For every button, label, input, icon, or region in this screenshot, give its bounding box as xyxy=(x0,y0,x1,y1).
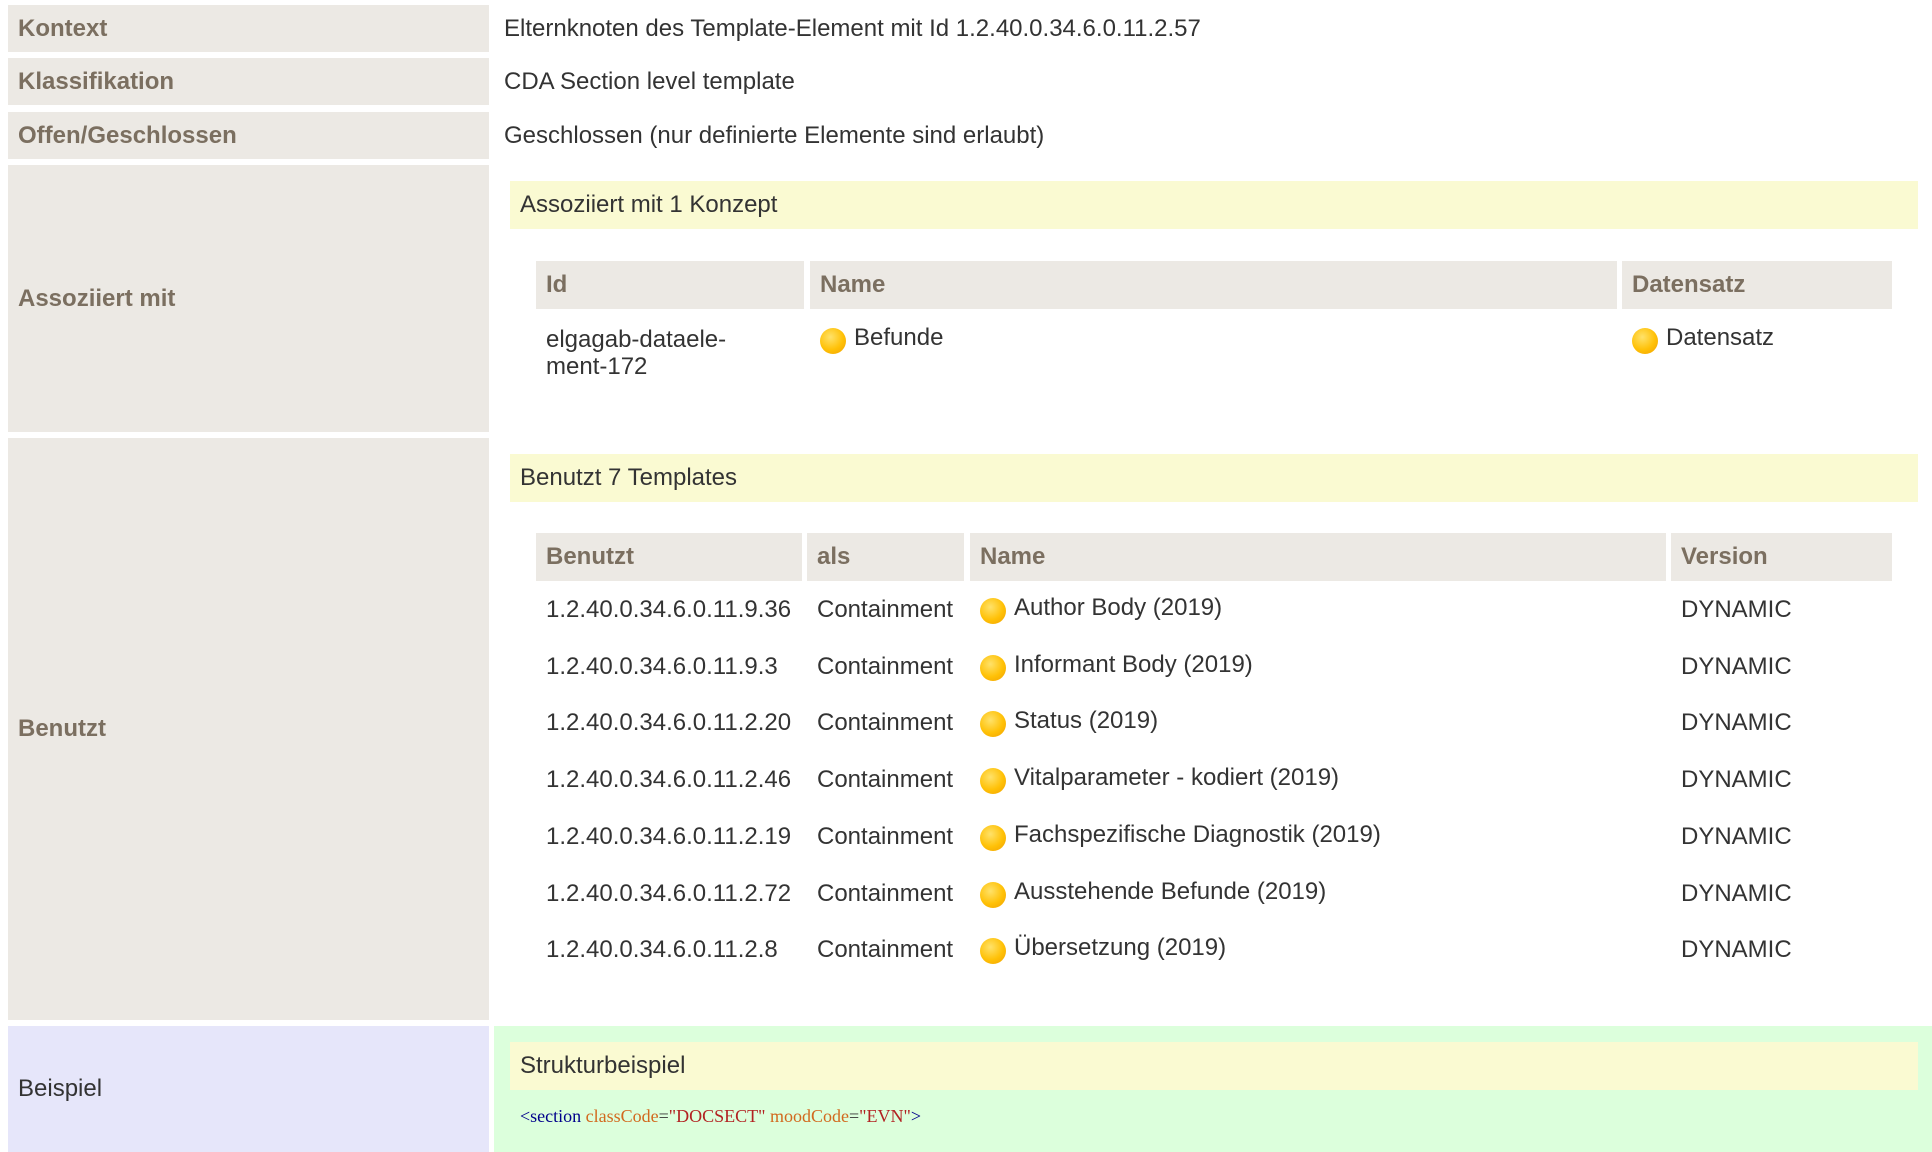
template-name: Fachspezifische Diagnostik (2019) xyxy=(1014,821,1381,848)
code-attr-classcode: classCode xyxy=(585,1106,659,1126)
example-code: <section classCode="DOCSECT" moodCode="E… xyxy=(520,1106,921,1127)
template-name-link[interactable]: Author Body (2019) xyxy=(980,594,1223,624)
concept-id: elgagab-dataele- ment-172 xyxy=(546,326,726,380)
code-eq: = xyxy=(849,1106,860,1126)
template-name-link[interactable]: Informant Body (2019) xyxy=(980,651,1253,681)
template-id: 1.2.40.0.34.6.0.11.2.72 xyxy=(546,880,792,907)
template-als: Containment xyxy=(817,880,954,907)
label-kontext: Kontext xyxy=(8,5,489,52)
template-als: Containment xyxy=(817,936,954,963)
template-als: Containment xyxy=(817,653,954,680)
code-val-moodcode: "EVN" xyxy=(859,1106,911,1126)
concept-name: Befunde xyxy=(854,324,944,351)
template-name-link[interactable]: Status (2019) xyxy=(980,707,1159,737)
template-version: DYNAMIC xyxy=(1681,880,1792,907)
code-close-bracket: > xyxy=(910,1106,922,1126)
template-id: 1.2.40.0.34.6.0.11.2.19 xyxy=(546,823,792,850)
label-offen-geschlossen: Offen/Geschlossen xyxy=(8,112,489,159)
value-klassifikation: CDA Section level template xyxy=(504,67,795,95)
concept-name-link[interactable]: Befunde xyxy=(820,324,944,354)
template-version: DYNAMIC xyxy=(1681,653,1792,680)
template-version: DYNAMIC xyxy=(1681,709,1792,736)
code-attr-moodcode: moodCode xyxy=(770,1106,850,1126)
assoziiert-header-id: Id xyxy=(536,261,804,309)
assoziiert-header-name: Name xyxy=(810,261,1617,309)
concept-id-line1: elgagab-dataele- xyxy=(546,326,727,353)
template-als: Containment xyxy=(817,823,954,850)
concept-dot-icon xyxy=(980,597,1006,624)
label-beispiel: Beispiel xyxy=(8,1026,489,1152)
concept-dot-icon xyxy=(980,824,1006,851)
template-version: DYNAMIC xyxy=(1681,936,1792,963)
concept-id-line2: ment-172 xyxy=(546,353,648,380)
benutzt-header-name: Name xyxy=(970,533,1666,581)
template-name-link[interactable]: Vitalparameter - kodiert (2019) xyxy=(980,764,1340,794)
template-name: Status (2019) xyxy=(1014,707,1159,734)
label-assoziiert-mit: Assoziiert mit xyxy=(8,165,489,432)
template-name-link[interactable]: Fachspezifische Diagnostik (2019) xyxy=(980,821,1381,851)
benutzt-box-title: Benutzt 7 Templates xyxy=(510,454,1918,502)
code-eq: = xyxy=(658,1106,669,1126)
code-tag: section xyxy=(530,1106,582,1126)
template-name: Übersetzung (2019) xyxy=(1014,934,1227,961)
label-klassifikation: Klassifikation xyxy=(8,58,489,105)
assoziiert-box-title: Assoziiert mit 1 Konzept xyxy=(510,181,1918,229)
value-offen-geschlossen: Geschlossen (nur definierte Elemente sin… xyxy=(504,121,1045,149)
benutzt-header-als: als xyxy=(807,533,964,581)
concept-dot-icon xyxy=(980,937,1006,964)
template-id: 1.2.40.0.34.6.0.11.2.8 xyxy=(546,936,778,963)
template-name-link[interactable]: Ausstehende Befunde (2019) xyxy=(980,878,1327,908)
template-id: 1.2.40.0.34.6.0.11.9.36 xyxy=(546,596,792,623)
concept-datensatz-link[interactable]: Datensatz xyxy=(1632,324,1775,354)
template-name: Author Body (2019) xyxy=(1014,594,1223,621)
beispiel-box-title: Strukturbeispiel xyxy=(510,1042,1918,1090)
value-kontext: Elternknoten des Template-Element mit Id… xyxy=(504,14,1201,42)
concept-datensatz: Datensatz xyxy=(1666,324,1775,351)
template-name: Ausstehende Befunde (2019) xyxy=(1014,878,1327,905)
template-version: DYNAMIC xyxy=(1681,823,1792,850)
template-name: Vitalparameter - kodiert (2019) xyxy=(1014,764,1340,791)
label-benutzt: Benutzt xyxy=(8,438,489,1020)
template-name: Informant Body (2019) xyxy=(1014,651,1253,678)
template-id: 1.2.40.0.34.6.0.11.2.46 xyxy=(546,766,792,793)
template-name-link[interactable]: Übersetzung (2019) xyxy=(980,934,1227,964)
concept-dot-icon xyxy=(980,710,1006,737)
benutzt-header-version: Version xyxy=(1671,533,1892,581)
template-id: 1.2.40.0.34.6.0.11.9.3 xyxy=(546,653,778,680)
template-version: DYNAMIC xyxy=(1681,766,1792,793)
concept-dot-icon xyxy=(980,654,1006,681)
template-version: DYNAMIC xyxy=(1681,596,1792,623)
concept-dot-icon xyxy=(980,767,1006,794)
code-open-bracket: < xyxy=(520,1106,531,1126)
template-als: Containment xyxy=(817,709,954,736)
template-als: Containment xyxy=(817,596,954,623)
assoziiert-header-datensatz: Datensatz xyxy=(1622,261,1892,309)
concept-dot-icon xyxy=(1632,327,1658,354)
benutzt-header-benutzt: Benutzt xyxy=(536,533,802,581)
concept-dot-icon xyxy=(820,327,846,354)
concept-dot-icon xyxy=(980,881,1006,908)
template-als: Containment xyxy=(817,766,954,793)
template-id: 1.2.40.0.34.6.0.11.2.20 xyxy=(546,709,792,736)
code-val-classcode: "DOCSECT" xyxy=(668,1106,766,1126)
